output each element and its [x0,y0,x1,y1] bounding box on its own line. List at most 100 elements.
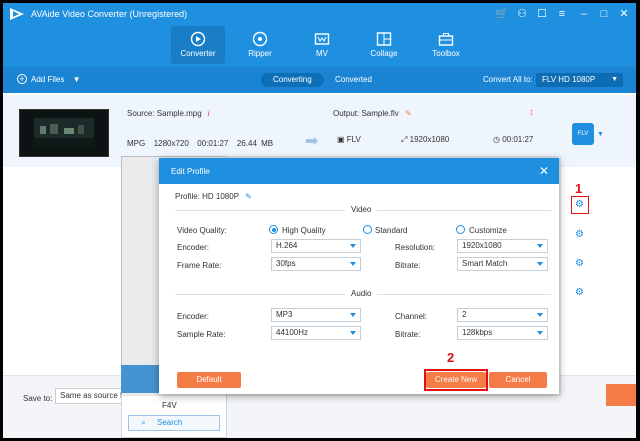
chat-icon[interactable]: ☐ [535,7,549,21]
frame-rate-label: Frame Rate: [177,261,222,270]
edit-profile-dialog: Edit Profile ✕ Profile: HD 1080P ✎ Video… [159,158,559,394]
radio-customize[interactable] [456,225,465,234]
output-format-badge[interactable]: FLV [572,123,594,145]
output-resolution: ⤢ 1920x1080 [401,135,449,145]
film-icon: ▣ [337,135,345,144]
tab-label: Toolbox [432,49,460,58]
audio-encoder-select[interactable]: MP3 [271,308,361,322]
app-title: AVAide Video Converter (Unregistered) [31,9,188,19]
output-format-text: FLV [346,135,361,144]
app-window: AVAide Video Converter (Unregistered) 🛒 … [3,3,636,438]
format-item-f4v[interactable]: F4V [162,401,177,410]
chevron-down-icon [537,244,543,248]
channel-value: 2 [462,310,467,319]
convert-all-value: FLV HD 1080P [542,75,596,84]
collage-icon [376,32,392,46]
video-quality-label: Video Quality: [177,226,227,235]
resolution-select[interactable]: 1920x1080 [457,239,548,253]
compress-icon[interactable]: ↕ [529,107,534,118]
gear-icon[interactable]: ⚙ [575,288,585,298]
chevron-down-icon[interactable]: ▼ [73,75,81,84]
convert-all-button[interactable] [606,384,636,406]
profile-label: Profile: HD 1080P [175,192,239,201]
output-duration-text: 00:01:27 [502,135,534,144]
source-resolution: 1280x720 [153,139,189,148]
audio-section-divider: Audio [175,289,551,299]
sample-rate-select[interactable]: 44100Hz [271,326,361,340]
chevron-down-icon[interactable]: ▼ [597,131,604,138]
output-label-text: Output: Sample.flv [333,109,399,118]
minimize-icon[interactable]: – [577,7,591,21]
cancel-button[interactable]: Cancel [489,372,547,388]
output-filename: Output: Sample.flv ✎ [333,109,412,118]
search-button[interactable]: ⌕ Search [128,415,220,431]
video-encoder-label: Encoder: [177,243,210,252]
save-to-field[interactable]: Same as source folder [55,388,125,404]
dialog-title: Edit Profile [171,167,210,176]
chevron-down-icon [537,331,543,335]
radio-standard[interactable] [363,225,372,234]
frame-rate-select[interactable]: 30fps [271,257,361,271]
video-encoder-select[interactable]: H.264 [271,239,361,253]
tab-ripper[interactable]: Ripper [233,26,287,64]
gear-icon[interactable]: ⚙ [575,259,585,269]
clock-icon: ◷ [493,135,500,144]
frame-rate-value: 30fps [276,259,296,268]
source-info: MPG 1280x720 00:01:27 26.44 MB [127,139,273,148]
gear-icon[interactable]: ⚙ [575,230,585,240]
video-encoder-value: H.264 [276,241,298,250]
info-icon[interactable]: i [208,109,210,118]
resize-icon: ⤢ [401,135,408,144]
standard-label: Standard [375,226,408,235]
video-thumbnail[interactable] [19,109,109,157]
output-resolution-text: 1920x1080 [409,135,450,144]
maximize-icon[interactable]: □ [597,7,611,21]
audio-bitrate-label: Bitrate: [395,330,421,339]
close-icon[interactable]: ✕ [539,164,549,178]
chevron-down-icon [350,313,356,317]
thumbnail-image [20,110,108,156]
annotation-step1: 1 [575,181,583,196]
search-label: Search [157,418,183,427]
video-bitrate-select[interactable]: Smart Match [457,257,548,271]
tab-collage[interactable]: Collage [357,26,411,64]
tab-converter[interactable]: Converter [171,26,225,64]
step1-highlight [571,196,589,214]
ripper-icon [252,31,268,47]
video-bitrate-value: Smart Match [462,259,508,268]
convert-all-select[interactable]: FLV HD 1080P ▼ [536,73,623,87]
annotation-step2: 2 [447,350,455,365]
edit-pencil-icon[interactable]: ✎ [405,109,412,118]
toolbar: + Add Files ▼ Converting Converted Conver… [3,67,636,93]
convert-arrow-icon: ➡ [305,133,319,150]
toolbox-icon [438,33,454,46]
audio-encoder-value: MP3 [276,310,293,319]
resolution-value: 1920x1080 [462,241,502,250]
tab-mv[interactable]: MV [295,26,349,64]
video-section-divider: Video [175,205,551,215]
channel-select[interactable]: 2 [457,308,548,322]
radio-high-quality[interactable] [269,225,278,234]
edit-pencil-icon[interactable]: ✎ [245,192,252,201]
chevron-down-icon [350,331,356,335]
user-icon[interactable]: ⚇ [515,7,529,21]
high-quality-label: High Quality [282,226,326,235]
default-button[interactable]: Default [177,372,241,388]
tab-converting[interactable]: Converting [261,73,324,87]
converter-icon [190,31,206,47]
tab-converted[interactable]: Converted [323,73,384,87]
menu-icon[interactable]: ≡ [555,7,569,21]
cart-icon[interactable]: 🛒 [495,7,509,21]
chevron-down-icon: ▼ [611,76,618,83]
close-icon[interactable]: ✕ [617,7,631,21]
audio-bitrate-select[interactable]: 128kbps [457,326,548,340]
tab-toolbox[interactable]: Toolbox [419,26,473,64]
customize-label: Customize [469,226,507,235]
add-files-button[interactable]: + Add Files ▼ [17,74,81,84]
resolution-label: Resolution: [395,243,436,252]
chevron-down-icon [350,262,356,266]
source-size: 26.44 MB [236,139,274,148]
profile-name: Profile: HD 1080P ✎ [175,192,252,201]
tab-label: Converter [180,49,216,58]
tab-label: Collage [370,49,398,58]
